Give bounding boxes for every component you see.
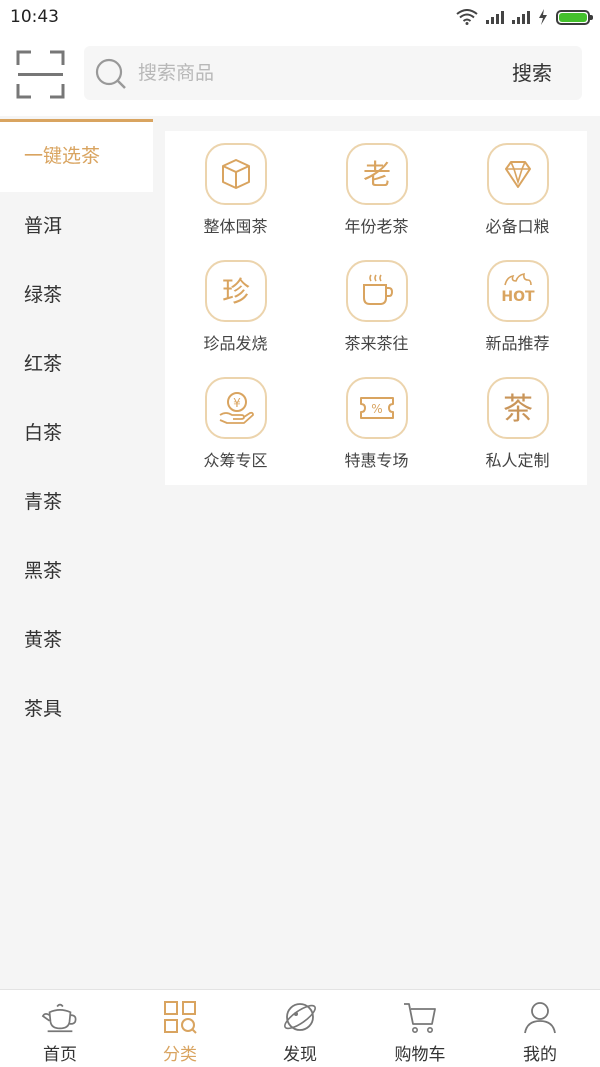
- sidebar-item-quick-select[interactable]: 一键选茶: [0, 119, 153, 192]
- grid-item-crowdfunding[interactable]: ¥ 众筹专区: [165, 377, 306, 494]
- search-icon: [95, 58, 126, 89]
- search-box[interactable]: 搜索: [84, 46, 582, 100]
- sidebar-item-oolong[interactable]: 青茶: [0, 468, 153, 537]
- wifi-icon: [456, 9, 478, 25]
- grid-item-aged-tea[interactable]: 老 年份老茶: [306, 143, 447, 260]
- svg-text:珍: 珍: [221, 275, 249, 308]
- diamond-icon: [486, 143, 549, 205]
- tab-label: 购物车: [394, 1045, 446, 1065]
- bottom-tab-bar: 首页 分类 发现 购物车 我的: [0, 989, 600, 1067]
- planet-icon: [284, 1003, 316, 1031]
- status-time: 10:43: [10, 7, 59, 27]
- treasure-character-icon: 珍: [204, 260, 267, 322]
- grid-item-label: 新品推荐: [485, 334, 550, 353]
- tea-character-icon: 茶: [486, 377, 549, 439]
- tab-label: 分类: [163, 1045, 197, 1065]
- hot-icon: HOT: [486, 260, 549, 322]
- sidebar-item-teaware[interactable]: 茶具: [0, 675, 153, 744]
- battery-icon: [556, 9, 593, 25]
- box-icon: [204, 143, 267, 205]
- svg-text:老: 老: [362, 158, 390, 191]
- svg-text:HOT: HOT: [501, 289, 535, 305]
- grid-item-new-arrivals[interactable]: HOT 新品推荐: [447, 260, 588, 377]
- status-bar: 10:43: [0, 0, 600, 34]
- search-header: 搜索: [0, 34, 600, 116]
- grid-item-label: 必备口粮: [485, 217, 550, 236]
- sidebar-item-white-tea[interactable]: 白茶: [0, 399, 153, 468]
- grid-item-label: 特惠专场: [344, 451, 409, 470]
- search-input[interactable]: [138, 46, 438, 100]
- grid-item-label: 私人定制: [485, 451, 550, 470]
- sidebar-item-black-tea[interactable]: 红茶: [0, 330, 153, 399]
- tab-cart[interactable]: 购物车: [360, 990, 480, 1067]
- sidebar-item-yellow-tea[interactable]: 黄茶: [0, 606, 153, 675]
- grid-item-label: 茶来茶往: [344, 334, 409, 353]
- charging-icon: [539, 9, 547, 25]
- grid-item-custom-tea[interactable]: 茶 私人定制: [447, 377, 588, 494]
- svg-text:茶: 茶: [503, 392, 533, 427]
- quick-select-grid: 整体囤茶 老 年份老茶 必备口粮 珍 珍品发烧 茶来茶往 HOT 新品推荐 ¥ …: [165, 131, 587, 494]
- grid-item-tea-exchange[interactable]: 茶来茶往: [306, 260, 447, 377]
- grid-item-label: 整体囤茶: [203, 217, 268, 236]
- sidebar-item-dark-tea[interactable]: 黑茶: [0, 537, 153, 606]
- quick-select-panel: 整体囤茶 老 年份老茶 必备口粮 珍 珍品发烧 茶来茶往 HOT 新品推荐 ¥ …: [165, 131, 587, 485]
- tab-category[interactable]: 分类: [120, 990, 240, 1067]
- person-icon: [524, 1002, 556, 1034]
- scan-icon[interactable]: [16, 50, 65, 99]
- grid-item-daily-tea[interactable]: 必备口粮: [447, 143, 588, 260]
- teapot-icon: [41, 1003, 77, 1033]
- status-icons: [456, 9, 593, 25]
- tab-home[interactable]: 首页: [0, 990, 120, 1067]
- app-screen: 10:43 搜索商品 搜索 一键选茶 普洱 绿茶 红茶 白茶 青茶 黑茶 黄茶 …: [0, 0, 600, 1067]
- category-sidebar: 一键选茶 普洱 绿茶 红茶 白茶 青茶 黑茶 黄茶 茶具: [0, 119, 153, 989]
- grid-item-bulk-tea[interactable]: 整体囤茶: [165, 143, 306, 260]
- search-button[interactable]: 搜索: [512, 46, 552, 100]
- sidebar-item-green-tea[interactable]: 绿茶: [0, 261, 153, 330]
- grid-item-special-offers[interactable]: % 特惠专场: [306, 377, 447, 494]
- tab-profile[interactable]: 我的: [480, 990, 600, 1067]
- grid-item-label: 珍品发烧: [203, 334, 268, 353]
- tab-discover[interactable]: 发现: [240, 990, 360, 1067]
- coupon-icon: %: [345, 377, 408, 439]
- signal-icon: [512, 10, 530, 24]
- grid-item-premium-tea[interactable]: 珍 珍品发烧: [165, 260, 306, 377]
- tab-label: 首页: [43, 1045, 77, 1065]
- tea-cup-icon: [345, 260, 408, 322]
- hand-coin-icon: ¥: [204, 377, 267, 439]
- category-icon: [164, 1001, 197, 1034]
- tab-label: 发现: [283, 1045, 317, 1065]
- sidebar-item-puer[interactable]: 普洱: [0, 192, 153, 261]
- grid-item-label: 年份老茶: [344, 217, 409, 236]
- svg-text:%: %: [371, 402, 382, 416]
- cart-icon: [404, 1003, 436, 1033]
- signal-icon: [486, 10, 504, 24]
- old-character-icon: 老: [345, 143, 408, 205]
- grid-item-label: 众筹专区: [203, 451, 268, 470]
- tab-label: 我的: [523, 1045, 557, 1065]
- svg-text:¥: ¥: [233, 396, 241, 410]
